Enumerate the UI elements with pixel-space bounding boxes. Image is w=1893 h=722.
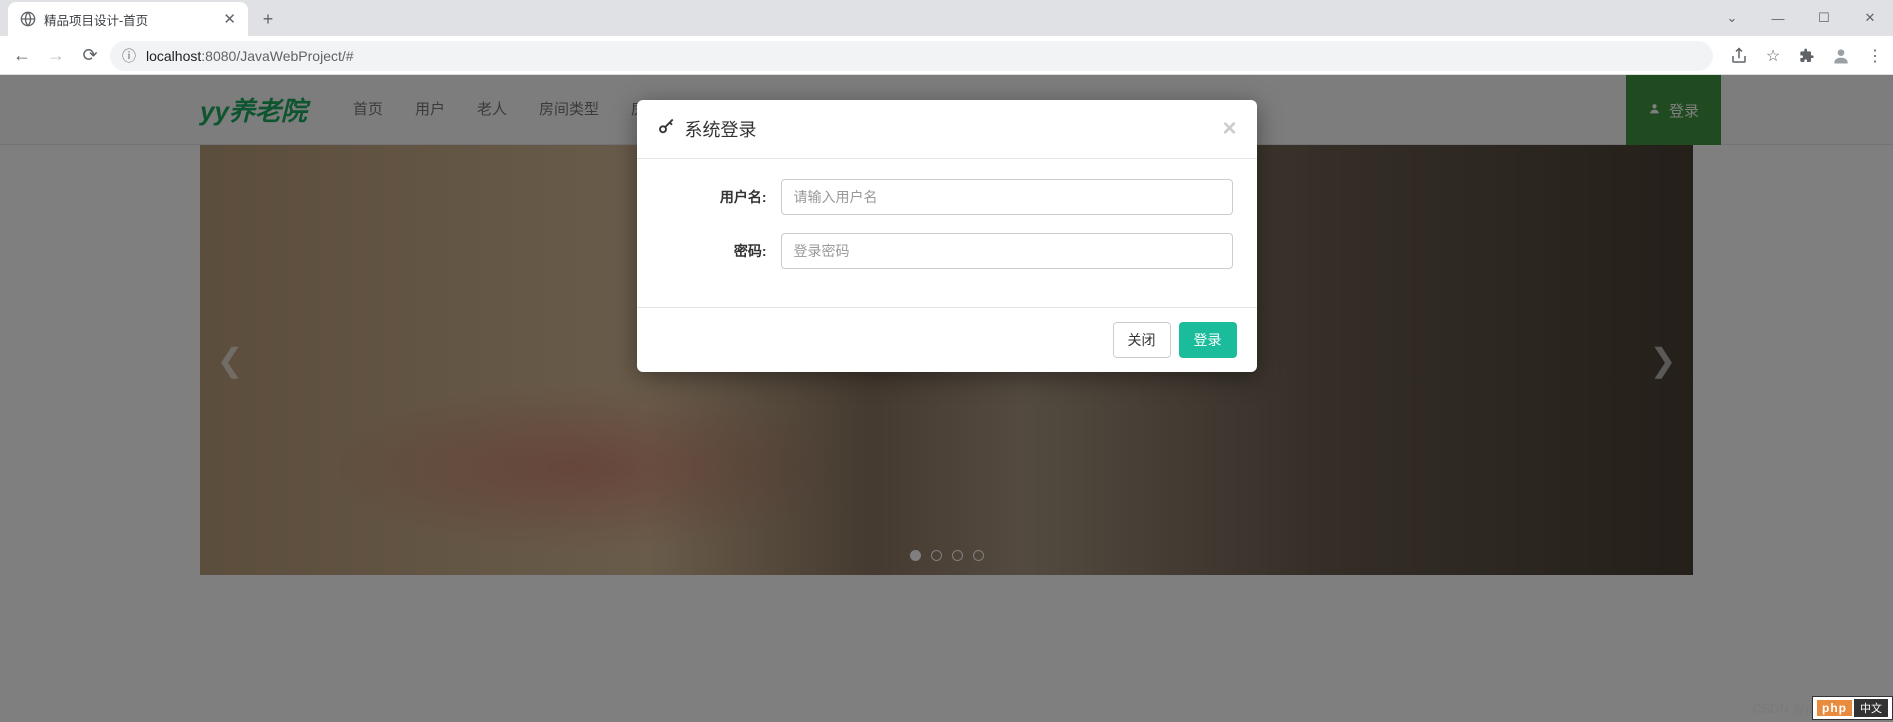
url-port: :8080 [201,48,236,64]
url-host: localhost [146,48,201,64]
username-row: 用户名: [661,179,1233,215]
share-icon[interactable] [1729,46,1749,66]
back-button[interactable]: ← [8,42,36,70]
modal-title: 系统登录 [685,116,1223,142]
modal-body: 用户名: 密码: [637,159,1257,307]
password-row: 密码: [661,233,1233,269]
username-label: 用户名: [661,187,781,207]
password-label: 密码: [661,241,781,261]
extension-icon[interactable] [1797,46,1817,66]
close-button[interactable]: 关闭 [1113,322,1171,358]
login-modal: 系统登录 × 用户名: 密码: 关闭 登录 [637,100,1257,372]
toolbar-icons: ☆ ⋮ [1729,46,1885,66]
badge-cn: 中文 [1854,699,1888,717]
forward-button[interactable]: → [42,42,70,70]
globe-icon [20,11,36,27]
window-controls: ⌄ — ☐ ✕ [1709,0,1893,36]
info-icon[interactable]: ⓘ [122,46,136,66]
profile-icon[interactable] [1831,46,1851,66]
chevron-down-icon[interactable]: ⌄ [1709,10,1755,26]
watermark: CSDN @p [1752,701,1813,716]
modal-header: 系统登录 × [637,100,1257,159]
url-path: /JavaWebProject/# [236,48,353,64]
tab-bar: 精品项目设计-首页 ✕ + ⌄ — ☐ ✕ [0,0,1893,36]
browser-tab[interactable]: 精品项目设计-首页 ✕ [8,2,248,36]
php-text: php [1817,700,1852,716]
address-bar: ← → ⟳ ⓘ localhost:8080/JavaWebProject/# … [0,36,1893,75]
menu-icon[interactable]: ⋮ [1865,46,1885,66]
password-input[interactable] [781,233,1233,269]
php-badge: php 中文 [1812,696,1893,720]
key-icon [657,118,675,141]
modal-close-icon[interactable]: × [1222,117,1236,141]
close-icon[interactable]: ✕ [1847,10,1893,26]
browser-chrome: 精品项目设计-首页 ✕ + ⌄ — ☐ ✕ ← → ⟳ ⓘ localhost:… [0,0,1893,75]
login-button[interactable]: 登录 [1179,322,1237,358]
minimize-icon[interactable]: — [1755,11,1801,26]
tab-close-icon[interactable]: ✕ [223,10,236,28]
url-box[interactable]: ⓘ localhost:8080/JavaWebProject/# [110,41,1713,71]
new-tab-button[interactable]: + [254,5,282,33]
reload-button[interactable]: ⟳ [76,42,104,70]
page-content: yy养老院 首页 用户 老人 房间类型 房间 订单 老人看护 接待 部门 员工 … [0,75,1893,722]
username-input[interactable] [781,179,1233,215]
star-icon[interactable]: ☆ [1763,46,1783,66]
modal-footer: 关闭 登录 [637,307,1257,372]
maximize-icon[interactable]: ☐ [1801,10,1847,26]
tab-title: 精品项目设计-首页 [44,10,148,29]
